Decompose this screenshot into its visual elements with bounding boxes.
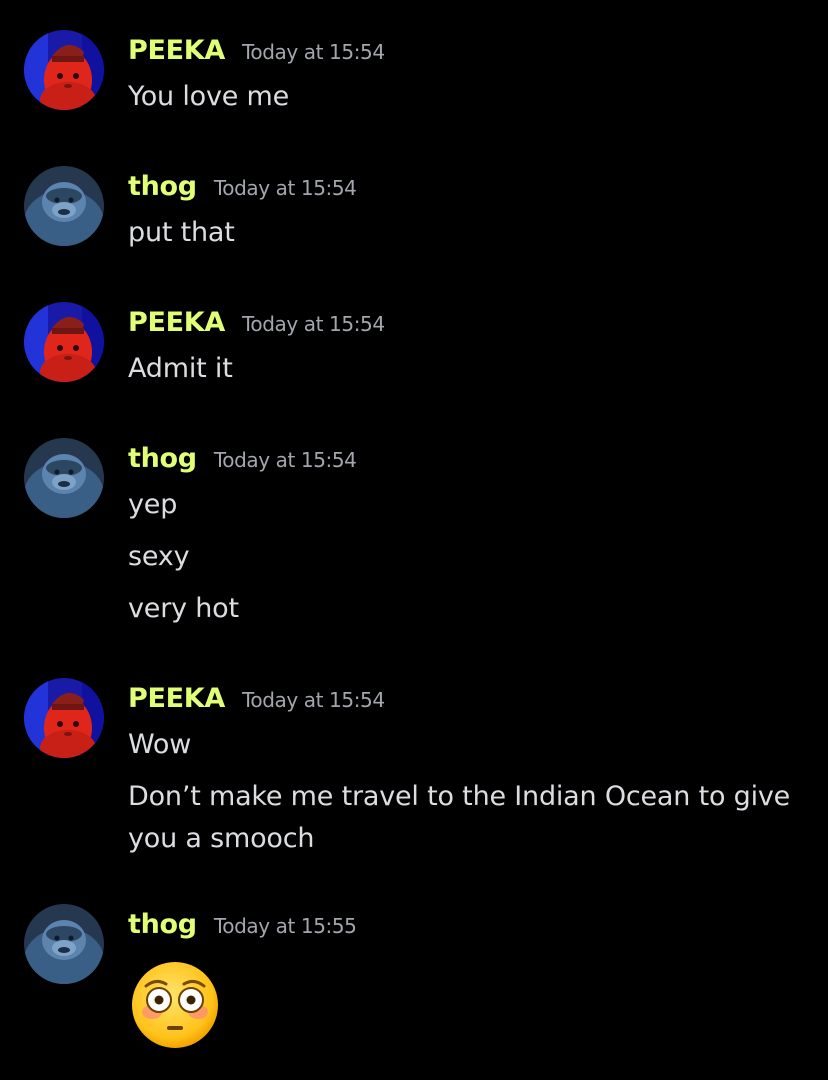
pikachu-avatar-icon <box>24 678 104 758</box>
message-header: PEEKA Today at 15:54 <box>128 682 385 716</box>
username[interactable]: thog <box>128 442 197 476</box>
timestamp: Today at 15:54 <box>213 448 357 472</box>
avatar-peeka[interactable] <box>24 678 104 758</box>
timestamp: Today at 15:54 <box>242 40 385 64</box>
message-header: thog Today at 15:54 <box>128 442 357 476</box>
timestamp: Today at 15:55 <box>213 914 357 938</box>
pikachu-avatar-icon <box>24 30 104 110</box>
username[interactable]: thog <box>128 908 197 942</box>
pikachu-avatar-icon <box>24 302 104 382</box>
chat-log: PEEKA Today at 15:54 You love me thog To… <box>0 0 828 1080</box>
username[interactable]: PEEKA <box>128 682 225 716</box>
message-text: put that <box>128 217 235 248</box>
gorilla-avatar-icon <box>24 904 104 984</box>
message-text: very hot <box>128 593 239 624</box>
message-text: Admit it <box>128 353 233 384</box>
message-text: yep <box>128 489 178 520</box>
username[interactable]: PEEKA <box>128 34 225 68</box>
gorilla-avatar-icon <box>24 438 104 518</box>
message-text: Wow <box>128 729 192 760</box>
avatar-peeka[interactable] <box>24 302 104 382</box>
message-text: Don’t make me travel to the Indian Ocean… <box>128 781 791 854</box>
message-header: thog Today at 15:55 <box>128 908 357 942</box>
avatar-thog[interactable] <box>24 166 104 246</box>
avatar-thog[interactable] <box>24 904 104 984</box>
message-header: thog Today at 15:54 <box>128 170 357 204</box>
timestamp: Today at 15:54 <box>242 688 385 712</box>
avatar-thog[interactable] <box>24 438 104 518</box>
gorilla-avatar-icon <box>24 166 104 246</box>
flushed-face-emoji-icon <box>130 960 220 1054</box>
message-header: PEEKA Today at 15:54 <box>128 34 385 68</box>
timestamp: Today at 15:54 <box>242 312 385 336</box>
timestamp: Today at 15:54 <box>213 176 357 200</box>
message-text: sexy <box>128 541 190 572</box>
message-header: PEEKA Today at 15:54 <box>128 306 385 340</box>
username[interactable]: PEEKA <box>128 306 225 340</box>
message-text: You love me <box>128 81 290 112</box>
username[interactable]: thog <box>128 170 197 204</box>
avatar-peeka[interactable] <box>24 30 104 110</box>
